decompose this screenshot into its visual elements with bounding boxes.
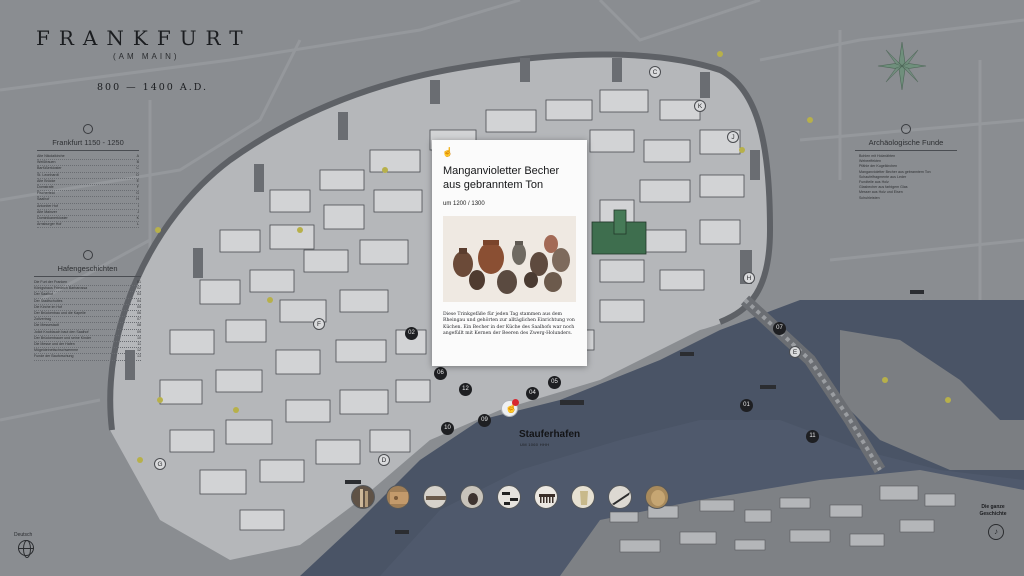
thumbnail-find-5[interactable] bbox=[497, 485, 521, 509]
map-pin-h[interactable]: H bbox=[743, 272, 755, 284]
globe-icon[interactable] bbox=[18, 540, 34, 558]
map-pin-12[interactable]: 12 bbox=[459, 383, 472, 396]
card-title: Manganvioletter Becher aus gebranntem To… bbox=[443, 165, 560, 191]
map-pin-05[interactable]: 05 bbox=[548, 376, 561, 389]
map-pin-c[interactable]: C bbox=[649, 66, 661, 78]
map-pin-e[interactable]: E bbox=[789, 346, 801, 358]
anchor-icon bbox=[82, 250, 93, 260]
thumbnail-find-1[interactable] bbox=[351, 485, 375, 509]
location-label: Stauferhafen bbox=[519, 429, 581, 440]
thumbnail-find-4[interactable] bbox=[460, 485, 484, 509]
legend-hafen-title: Hafengeschichten bbox=[34, 264, 141, 277]
artifact-photo bbox=[443, 216, 576, 302]
legend-hafen-list: Die Furt der Franken 01 Königshaus Friedr… bbox=[34, 280, 141, 361]
legend-frankfurt-list: Alte Nikolaikirche A Weißfrauen B Barfüßer… bbox=[37, 154, 139, 229]
legend-frankfurt: Frankfurt 1150 - 1250 Alte Nikolaikirche… bbox=[37, 124, 139, 229]
clock-icon bbox=[83, 124, 93, 134]
app-subtitle: (AM MAIN) bbox=[113, 52, 180, 61]
legend-hafengeschichten: Hafengeschichten Die Furt der Franken 01 … bbox=[34, 250, 141, 361]
map-pin-11[interactable]: 11 bbox=[806, 430, 819, 443]
full-story-label[interactable]: Die ganze Geschichte bbox=[970, 504, 1016, 518]
location-sublabel: UM 1060 HHH bbox=[520, 442, 550, 447]
thumbnail-find-7[interactable] bbox=[571, 485, 595, 509]
map-pin-04[interactable]: 04 bbox=[526, 387, 539, 400]
legend-funde-title: Archäologische Funde bbox=[855, 138, 957, 151]
map-pin-j[interactable]: J bbox=[727, 131, 739, 143]
compass-rose-icon bbox=[877, 41, 927, 91]
map-pin-02[interactable]: 02 bbox=[405, 327, 418, 340]
era-range: 800 — 1400 A.D. bbox=[97, 82, 209, 93]
app-title: FRANKFURT bbox=[36, 26, 252, 50]
pointer-close-icon[interactable]: ☝ bbox=[442, 147, 453, 158]
thumbnail-find-6[interactable] bbox=[534, 485, 558, 509]
speaker-icon[interactable]: ♪ bbox=[988, 524, 1004, 540]
legend-archaeologische-funde: Archäologische Funde Bohlen mit Holznäht… bbox=[855, 124, 957, 201]
map-pin-g[interactable]: G bbox=[154, 458, 166, 470]
legend-item[interactable]: Schuhleisten bbox=[855, 196, 957, 201]
language-switch[interactable]: Deutsch bbox=[14, 532, 34, 558]
thumbnail-find-9[interactable] bbox=[645, 485, 669, 509]
map-pin-07[interactable]: 07 bbox=[773, 322, 786, 335]
legend-funde-list: Bohlen mit Holznähten Webeeffekten Pfähl… bbox=[855, 154, 957, 201]
find-info-card: ☝ Manganvioletter Becher aus gebranntem … bbox=[432, 140, 587, 366]
thumbnail-find-3[interactable] bbox=[423, 485, 447, 509]
title-block: FRANKFURT (AM MAIN) bbox=[36, 26, 252, 61]
language-label: Deutsch bbox=[14, 532, 33, 538]
legend-item[interactable]: Arnsburger Hof L bbox=[37, 222, 139, 229]
map-pin-f[interactable]: F bbox=[313, 318, 325, 330]
map-pin-d[interactable]: D bbox=[378, 454, 390, 466]
active-find-pin[interactable]: ☝ bbox=[501, 399, 519, 417]
pottery-image bbox=[443, 216, 576, 302]
thumbnail-find-2[interactable] bbox=[386, 485, 410, 509]
card-description: Diese Trinkgefäße für jeden Tag stammen … bbox=[443, 312, 575, 337]
legend-item[interactable]: Funde der Bauforschung 13 bbox=[34, 354, 141, 361]
active-indicator bbox=[512, 399, 519, 406]
map-pin-10[interactable]: 10 bbox=[441, 422, 454, 435]
shovel-icon bbox=[901, 124, 911, 134]
map-pin-06[interactable]: 06 bbox=[434, 367, 447, 380]
map-pin-09[interactable]: 09 bbox=[478, 414, 491, 427]
map-pin-01[interactable]: 01 bbox=[740, 399, 753, 412]
thumbnail-find-8[interactable] bbox=[608, 485, 632, 509]
card-date: um 1200 / 1300 bbox=[443, 201, 485, 207]
map-pin-k[interactable]: K bbox=[694, 100, 706, 112]
legend-frankfurt-title: Frankfurt 1150 - 1250 bbox=[37, 138, 139, 151]
